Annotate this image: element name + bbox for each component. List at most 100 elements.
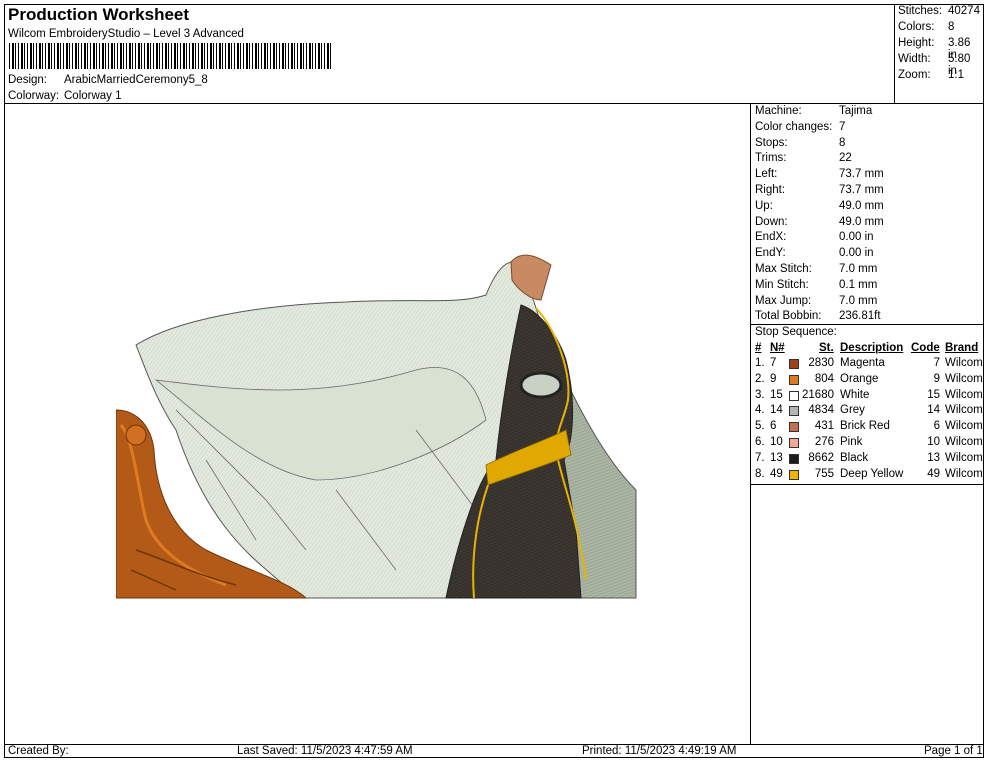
stat-value: Tajima bbox=[839, 105, 873, 117]
stat-value: 49.0 mm bbox=[839, 199, 884, 212]
stop-num: 4. bbox=[755, 404, 765, 417]
col-code-header: Code bbox=[911, 342, 940, 354]
stop-stitches: 8662 bbox=[808, 451, 834, 464]
stat-label: Up: bbox=[755, 199, 773, 212]
stop-brand: Wilcom bbox=[945, 451, 983, 464]
stop-stitches: 276 bbox=[814, 436, 834, 448]
stat-value: 7.0 mm bbox=[839, 263, 878, 275]
stat-value: 0.00 in bbox=[839, 231, 874, 244]
summary-value: 1:1 bbox=[948, 69, 964, 81]
printed-date: Printed: 11/5/2023 4:49:19 AM bbox=[582, 745, 737, 757]
stop-code: 7 bbox=[933, 357, 940, 369]
stop-brand: Wilcom bbox=[945, 372, 983, 385]
stop-description: Deep Yellow bbox=[840, 467, 904, 480]
stop-description: Pink bbox=[840, 436, 863, 448]
summary-row: Height: 3.86 in bbox=[898, 37, 970, 61]
footer-divider bbox=[4, 744, 984, 745]
page-title: Production Worksheet bbox=[8, 5, 190, 24]
col-brand-header: Brand bbox=[945, 342, 979, 354]
col-description-header: Description bbox=[840, 342, 904, 354]
stop-stitches: 431 bbox=[814, 420, 834, 433]
stop-needle: 14 bbox=[770, 404, 783, 417]
stat-row: Trims: 22 bbox=[755, 152, 852, 165]
stop-code: 15 bbox=[927, 388, 940, 401]
stat-row: Max Stitch: 7.0 mm bbox=[755, 263, 877, 275]
stop-num: 2. bbox=[755, 372, 765, 385]
stop-num: 8. bbox=[755, 467, 765, 480]
stat-label: Color changes: bbox=[755, 120, 833, 133]
stop-row: 4. 14 4834 Grey 14 Wilcom bbox=[0, 404, 990, 420]
stop-code: 14 bbox=[927, 404, 940, 417]
stop-description: White bbox=[840, 388, 870, 401]
color-swatch bbox=[789, 422, 799, 433]
stat-label: Down: bbox=[755, 215, 788, 228]
stop-needle: 9 bbox=[770, 372, 777, 385]
stop-brand: Wilcom bbox=[945, 467, 983, 480]
stop-brand: Wilcom bbox=[945, 388, 983, 401]
stat-value: 73.7 mm bbox=[839, 184, 884, 196]
stop-stitches: 21680 bbox=[802, 388, 834, 401]
summary-label: Stitches: bbox=[898, 5, 943, 17]
stat-label: EndX: bbox=[755, 231, 787, 244]
summary-label: Height: bbox=[898, 37, 935, 49]
stop-row: 6. 10 276 Pink 10 Wilcom bbox=[0, 436, 990, 452]
col-stitches-header: St. bbox=[819, 342, 834, 354]
design-value: ArabicMarriedCeremony5_8 bbox=[64, 74, 208, 86]
stat-value: 236.81ft bbox=[839, 310, 881, 323]
stat-value: 49.0 mm bbox=[839, 215, 884, 228]
stat-value: 0.00 in bbox=[839, 247, 874, 260]
colorway-value: Colorway 1 bbox=[64, 90, 122, 102]
summary-row: Colors: 8 bbox=[898, 21, 954, 33]
stop-stitches: 2830 bbox=[808, 357, 834, 369]
stat-row: Min Stitch: 0.1 mm bbox=[755, 278, 877, 291]
stop-description: Orange bbox=[840, 372, 879, 385]
stat-row: Color changes: 7 bbox=[755, 120, 845, 133]
stat-value: 8 bbox=[839, 136, 846, 149]
stop-sequence-divider bbox=[750, 484, 984, 485]
header-divider bbox=[4, 103, 984, 104]
barcode bbox=[9, 43, 331, 69]
stat-label: Left: bbox=[755, 168, 778, 181]
stop-row: 7. 13 8662 Black 13 Wilcom bbox=[0, 452, 990, 468]
stop-num: 6. bbox=[755, 436, 765, 448]
software-name: Wilcom EmbroideryStudio – Level 3 Advanc… bbox=[8, 28, 244, 40]
stop-brand: Wilcom bbox=[945, 420, 983, 433]
color-swatch bbox=[789, 453, 799, 464]
stop-needle: 7 bbox=[770, 357, 777, 369]
stat-label: Max Jump: bbox=[755, 294, 812, 307]
summary-label: Width: bbox=[898, 53, 931, 65]
stop-row: 2. 9 804 Orange 9 Wilcom bbox=[0, 373, 990, 389]
stop-code: 13 bbox=[927, 451, 940, 464]
last-saved: Last Saved: 11/5/2023 4:47:59 AM bbox=[237, 745, 413, 757]
summary-value: 40274 bbox=[948, 5, 980, 17]
design-label: Design: bbox=[8, 74, 47, 86]
summary-label: Zoom: bbox=[898, 69, 931, 81]
stop-num: 1. bbox=[755, 357, 765, 369]
stop-row: 8. 49 755 Deep Yellow 49 Wilcom bbox=[0, 468, 990, 484]
stat-row: EndX: 0.00 in bbox=[755, 231, 874, 244]
stat-row: Total Bobbin: 236.81ft bbox=[755, 310, 881, 323]
stat-value: 73.7 mm bbox=[839, 168, 884, 181]
color-swatch bbox=[789, 390, 799, 401]
stat-label: Min Stitch: bbox=[755, 278, 809, 291]
stop-needle: 10 bbox=[770, 436, 783, 448]
stat-row: Stops: 8 bbox=[755, 137, 845, 149]
stat-row: Up: 49.0 mm bbox=[755, 199, 884, 212]
stat-row: Left: 73.7 mm bbox=[755, 168, 884, 181]
color-swatch bbox=[789, 438, 799, 448]
summary-row: Stitches: 40274 bbox=[898, 5, 980, 17]
stop-row: 5. 6 431 Brick Red 6 Wilcom bbox=[0, 420, 990, 436]
stat-label: Trims: bbox=[755, 152, 787, 165]
color-swatch bbox=[789, 359, 799, 369]
stat-row: Down: 49.0 mm bbox=[755, 215, 884, 228]
stop-brand: Wilcom bbox=[945, 404, 983, 417]
stop-code: 6 bbox=[933, 420, 940, 433]
stat-label: Total Bobbin: bbox=[755, 310, 822, 323]
color-swatch bbox=[789, 374, 799, 385]
stop-code: 10 bbox=[927, 436, 940, 448]
stop-needle: 6 bbox=[770, 420, 777, 433]
stat-label: Machine: bbox=[755, 105, 802, 117]
color-swatch bbox=[789, 406, 799, 417]
col-num-header: # bbox=[755, 342, 762, 354]
stop-description: Black bbox=[840, 451, 869, 464]
